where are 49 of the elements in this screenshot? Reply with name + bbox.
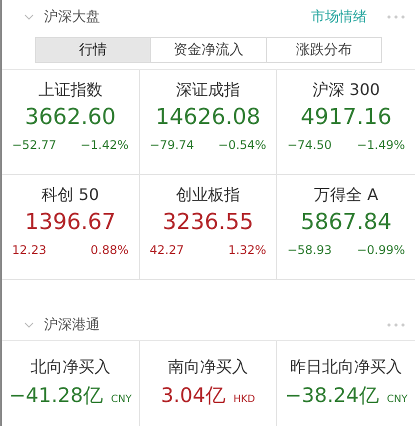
index-card[interactable]: 上证指数 3662.60 −52.77 −1.42% (2, 70, 140, 175)
tab[interactable]: 行情 (36, 38, 150, 62)
section-title: 沪深大盘 (44, 8, 101, 26)
index-value: 14626.08 (156, 105, 260, 130)
flow-name: 北向净买入 (30, 357, 110, 378)
index-name: 深证成指 (176, 80, 240, 101)
flow-name: 南向净买入 (168, 357, 248, 378)
index-name: 创业板指 (176, 185, 240, 206)
index-value: 3662.60 (24, 105, 116, 130)
flow-card[interactable]: 昨日北向净买入 −38.24亿 CNY (277, 341, 415, 426)
index-card[interactable]: 创业板指 3236.55 42.27 1.32% (140, 175, 278, 280)
chevron-down-icon[interactable] (24, 14, 34, 20)
index-card[interactable]: 万得全 A 5867.84 −58.93 −0.99% (277, 175, 415, 280)
more-icon[interactable] (387, 323, 405, 327)
more-icon[interactable] (387, 15, 405, 19)
chevron-down-icon[interactable] (24, 322, 34, 328)
index-card[interactable]: 科创 50 1396.67 12.23 0.88% (2, 175, 140, 280)
index-value: 4917.16 (300, 105, 392, 130)
currency-label: CNY (386, 394, 408, 405)
index-value: 5867.84 (300, 210, 392, 235)
flow-card[interactable]: 南向净买入 3.04亿 HKD (140, 341, 278, 426)
flow-card[interactable]: 北向净买入 −41.28亿 CNY (2, 341, 140, 426)
index-change: −52.77 (12, 138, 56, 152)
flow-value: −38.24亿 (284, 382, 379, 409)
flow-value: 3.04亿 (160, 382, 226, 409)
index-change: 42.27 (150, 243, 184, 257)
index-change: −74.50 (287, 138, 332, 152)
index-percent: 1.32% (228, 243, 266, 257)
index-name: 沪深 300 (312, 80, 380, 101)
index-percent: −1.49% (356, 138, 405, 152)
index-change: 12.23 (12, 243, 46, 257)
currency-label: HKD (233, 394, 256, 405)
index-percent: −0.99% (356, 243, 405, 257)
index-name: 科创 50 (42, 185, 100, 206)
index-card[interactable]: 沪深 300 4917.16 −74.50 −1.49% (277, 70, 415, 175)
index-card[interactable]: 深证成指 14626.08 −79.74 −0.54% (140, 70, 278, 175)
index-change: −79.74 (150, 138, 194, 152)
index-value: 3236.55 (162, 210, 254, 235)
index-name: 万得全 A (314, 185, 378, 206)
index-name: 上证指数 (38, 80, 102, 101)
flow-value: −41.28亿 (9, 382, 104, 409)
index-percent: 0.88% (90, 243, 129, 257)
index-percent: −0.54% (218, 138, 266, 152)
currency-label: CNY (111, 394, 132, 405)
flow-name: 昨日北向净买入 (290, 357, 402, 378)
index-percent: −1.42% (80, 138, 129, 152)
index-change: −58.93 (287, 243, 332, 257)
index-value: 1396.67 (24, 210, 116, 235)
section-title: 沪深港通 (44, 316, 101, 334)
